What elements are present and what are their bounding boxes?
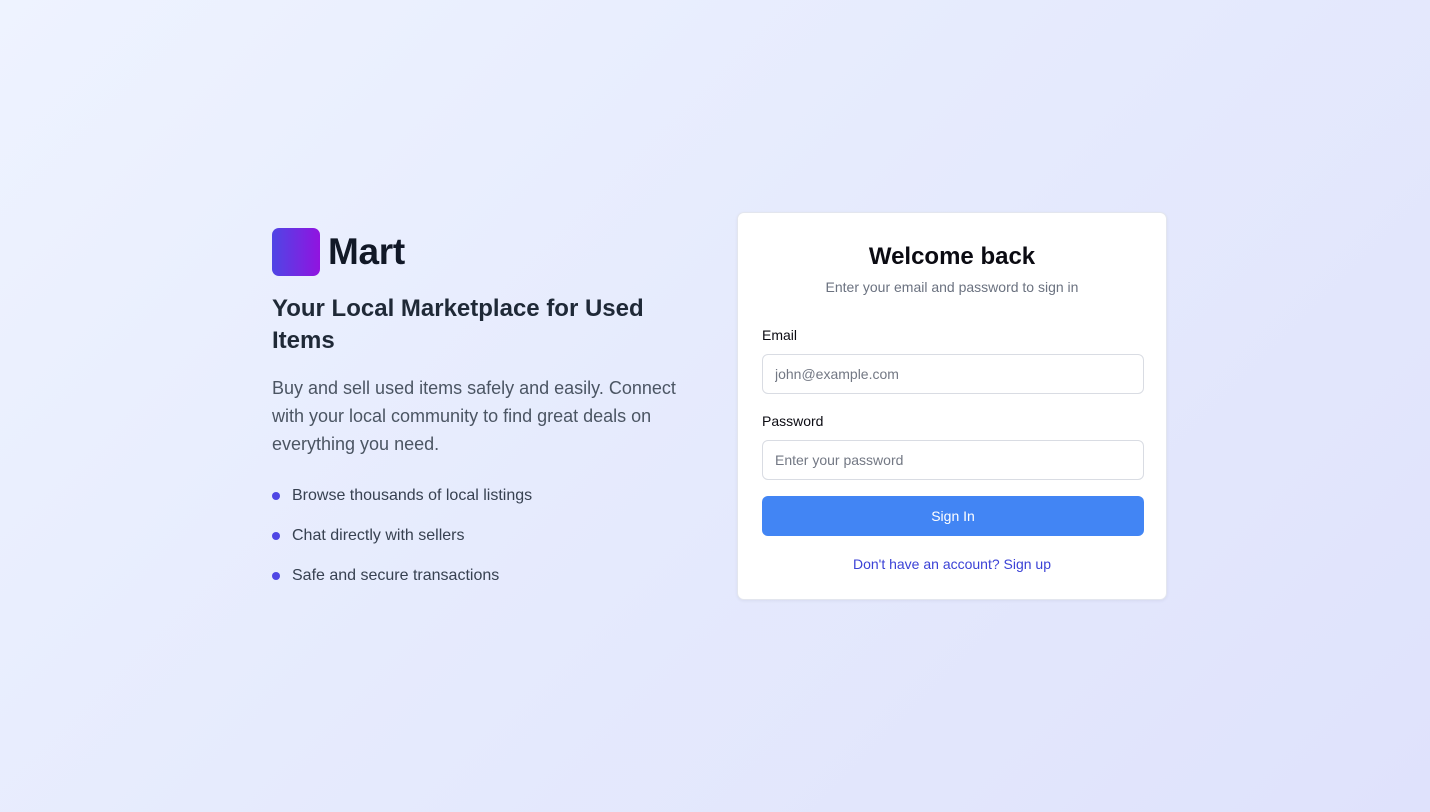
feature-item: Chat directly with sellers [272,516,692,556]
email-label: Email [762,327,798,343]
feature-item: Safe and secure transactions [272,556,692,596]
feature-text: Safe and secure transactions [292,567,500,584]
tagline: Your Local Marketplace for Used Items [272,295,644,354]
bullet-icon [272,572,280,580]
signup-row: Don't have an account? Sign up [762,556,1142,572]
bullet-icon [272,532,280,540]
password-label: Password [762,413,824,429]
feature-text: Chat directly with sellers [292,527,465,544]
card-subtitle: Enter your email and password to sign in [825,279,1079,295]
description: Buy and sell used items safely and easil… [272,378,676,454]
feature-item: Browse thousands of local listings [272,476,692,516]
sign-up-link[interactable]: Don't have an account? Sign up [853,556,1051,572]
feature-text: Browse thousands of local listings [292,487,533,504]
sign-in-button[interactable]: Sign In [762,496,1144,536]
login-card: Welcome back Enter your email and passwo… [737,212,1167,600]
hero-section: Mart Your Local Marketplace for Used Ite… [272,228,692,596]
brand-logo [272,228,320,276]
brand-name: Mart [328,231,405,272]
password-field[interactable] [762,440,1144,480]
brand: Mart [272,228,692,276]
bullet-icon [272,492,280,500]
card-title: Welcome back [868,243,1036,270]
feature-list: Browse thousands of local listings Chat … [272,476,692,596]
email-field[interactable] [762,354,1144,394]
